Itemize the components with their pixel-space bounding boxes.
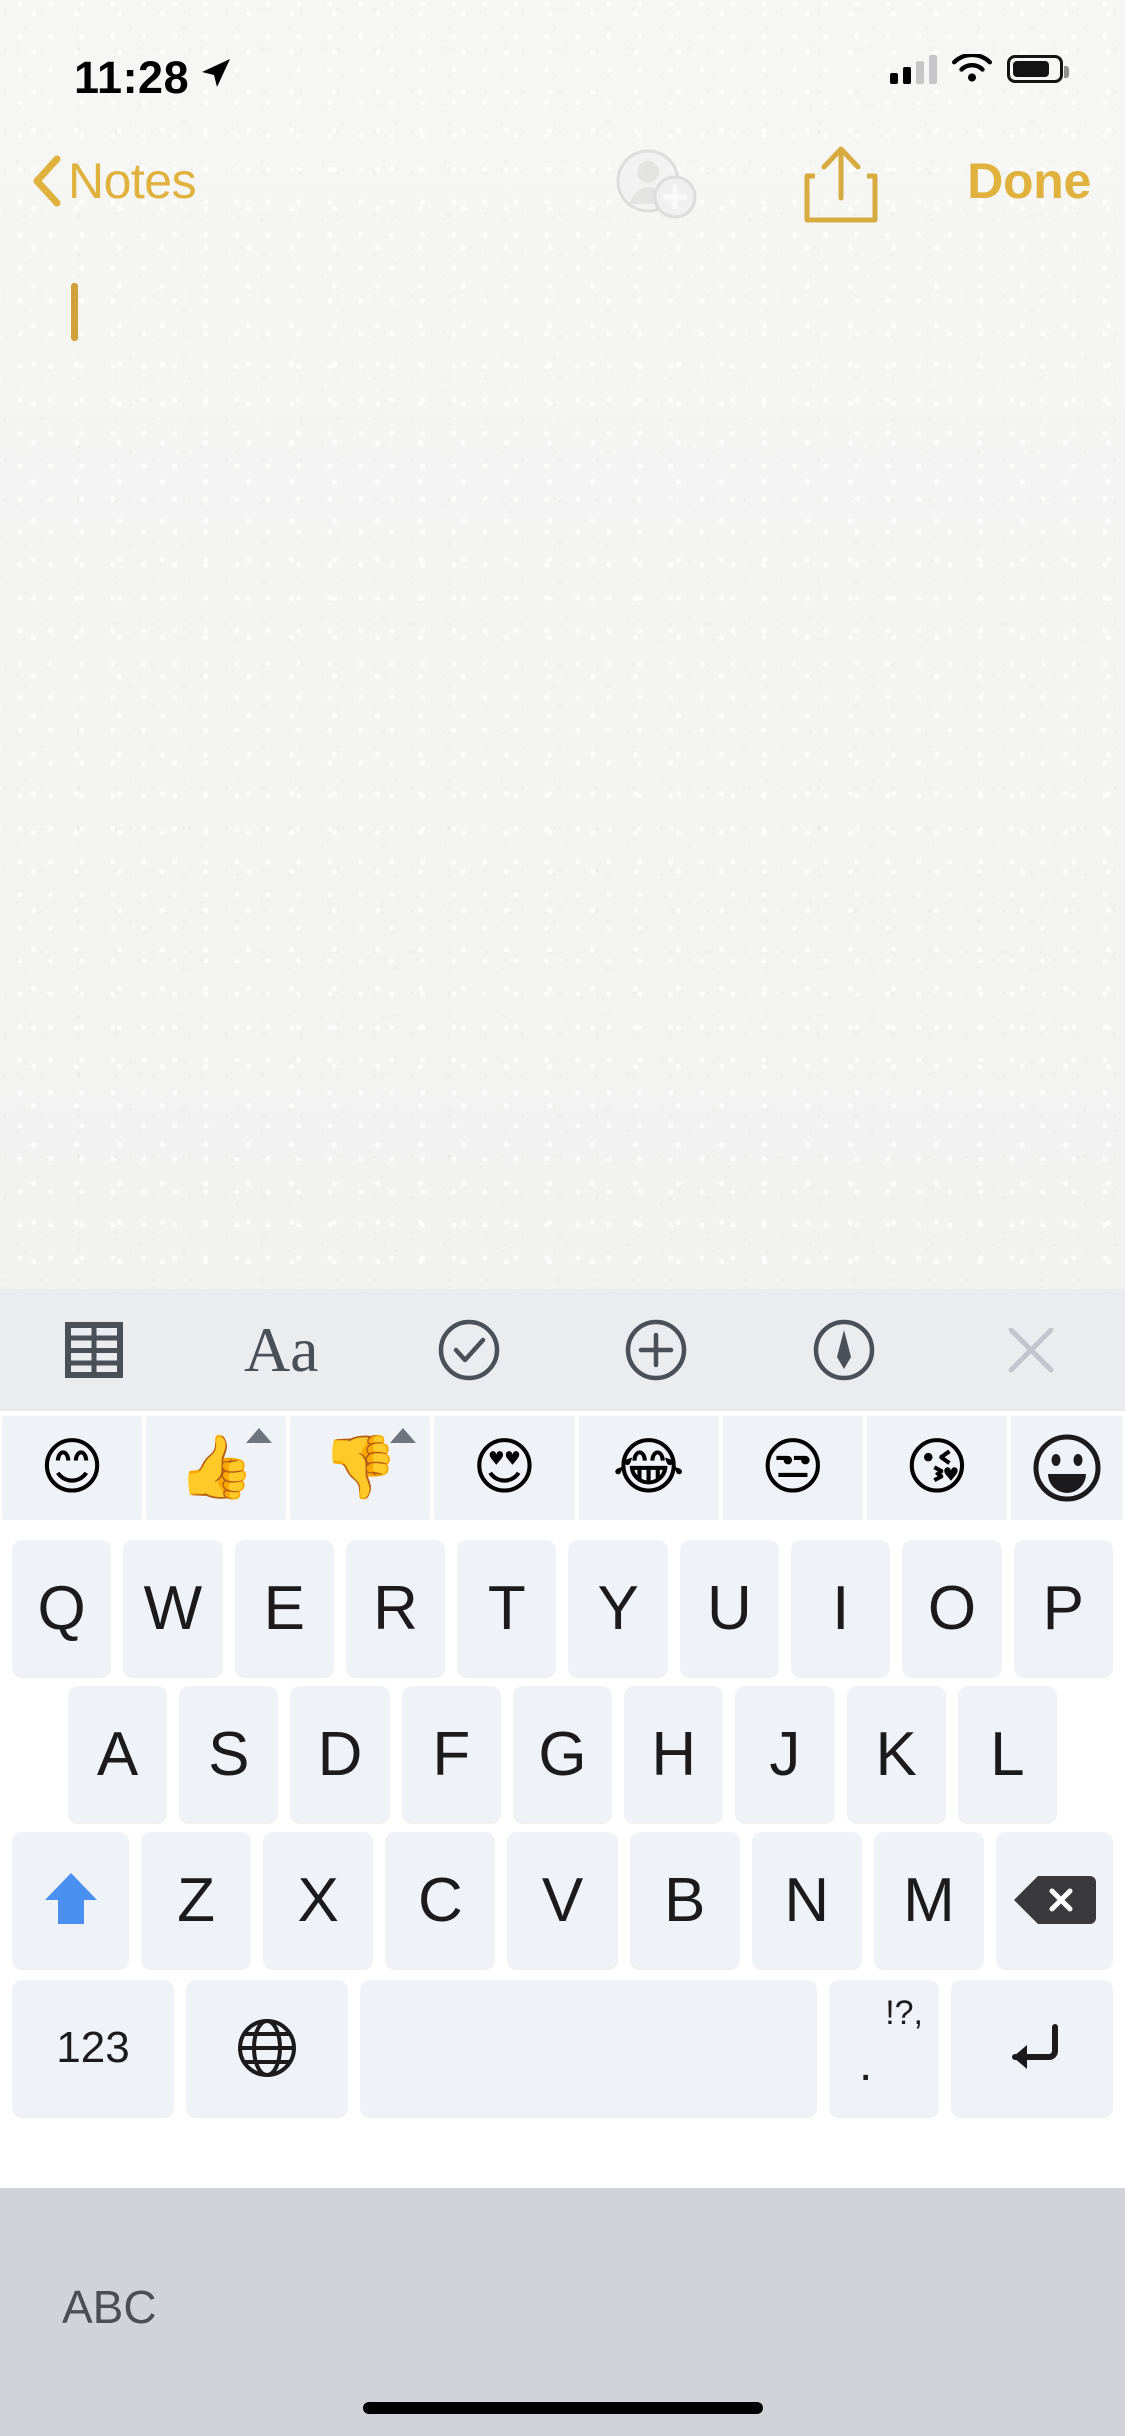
emoji-glyph: 😊 xyxy=(39,1433,105,1502)
notes-format-toolbar: Aa xyxy=(0,1289,1125,1411)
location-arrow-icon xyxy=(202,59,230,87)
key-v[interactable]: V xyxy=(507,1832,618,1968)
key-n[interactable]: N xyxy=(751,1832,862,1968)
emoji-glyph: 👍 xyxy=(177,1433,255,1502)
emoji-prediction-bar: 😊 👍 👎 😍 😂 😒 😘 xyxy=(0,1411,1125,1520)
iphone-screen: 11:28 Notes Done Aa 😊 👍 👎 😍 😂 😒 😘 Q W E … xyxy=(0,0,1125,2436)
key-a[interactable]: A xyxy=(68,1686,168,1822)
text-format-button[interactable]: Aa xyxy=(188,1289,376,1411)
globe-key[interactable] xyxy=(186,1980,348,2116)
key-e[interactable]: E xyxy=(234,1540,334,1676)
return-key[interactable] xyxy=(951,1980,1113,2116)
key-c[interactable]: C xyxy=(385,1832,496,1968)
chevron-left-icon xyxy=(33,155,61,207)
add-person-icon[interactable] xyxy=(612,146,702,220)
table-icon xyxy=(64,1322,123,1378)
note-text-area[interactable] xyxy=(0,240,1125,1289)
wifi-icon xyxy=(952,53,992,81)
status-bar-indicators xyxy=(890,48,1069,90)
navigation-bar: Notes Done xyxy=(0,132,1125,240)
key-h[interactable]: H xyxy=(624,1686,724,1822)
keyboard-row-2: A S D F G H J K L xyxy=(0,1686,1125,1822)
status-bar: 11:28 xyxy=(0,0,1125,132)
key-z[interactable]: Z xyxy=(141,1832,252,1968)
key-s[interactable]: S xyxy=(179,1686,279,1822)
share-icon[interactable] xyxy=(798,142,884,226)
key-p[interactable]: P xyxy=(1013,1540,1113,1676)
return-arrow-icon xyxy=(1012,2024,1058,2069)
keyboard-row-3: Z X C V B N M xyxy=(0,1832,1125,1968)
status-bar-time: 11:28 xyxy=(74,52,190,103)
emoji-keyboard-toggle[interactable] xyxy=(1010,1416,1123,1520)
key-o[interactable]: O xyxy=(902,1540,1002,1676)
software-keyboard: Q W E R T Y U I O P A S D F G H J K L Z … xyxy=(0,1520,1125,2188)
key-l[interactable]: L xyxy=(957,1686,1057,1822)
cellular-bars-icon xyxy=(890,54,937,84)
emoji-keyboard-bottom-bar: ABC xyxy=(0,2188,1125,2436)
key-r[interactable]: R xyxy=(345,1540,446,1676)
variant-marker-icon xyxy=(390,1428,417,1443)
emoji-glyph: 😘 xyxy=(904,1433,970,1502)
emoji-prediction-3[interactable]: 😍 xyxy=(434,1416,575,1520)
emoji-glyph: 👎 xyxy=(321,1433,399,1502)
key-j[interactable]: J xyxy=(735,1686,835,1822)
punctuation-secondary-label: !?, xyxy=(885,1994,923,2032)
key-m[interactable]: M xyxy=(873,1832,984,1968)
add-attachment-icon xyxy=(626,1319,687,1381)
emoji-glyph: 😍 xyxy=(472,1433,537,1502)
text-format-icon: Aa xyxy=(243,1314,319,1385)
key-d[interactable]: D xyxy=(290,1686,390,1822)
markup-button[interactable] xyxy=(750,1289,938,1411)
table-button[interactable] xyxy=(0,1289,188,1411)
globe-icon xyxy=(238,2019,296,2077)
key-g[interactable]: G xyxy=(512,1686,613,1822)
markup-pen-icon xyxy=(813,1319,874,1381)
emoji-prediction-4[interactable]: 😂 xyxy=(578,1416,719,1520)
emoji-glyph: 😒 xyxy=(760,1433,826,1502)
delete-key[interactable] xyxy=(995,1832,1113,1968)
key-b[interactable]: B xyxy=(629,1832,740,1968)
punctuation-key[interactable]: !?, . xyxy=(829,1980,939,2116)
back-to-notes-button[interactable]: Notes xyxy=(30,146,197,216)
close-icon xyxy=(1008,1327,1054,1373)
emoji-prediction-5[interactable]: 😒 xyxy=(722,1416,863,1520)
key-f[interactable]: F xyxy=(401,1686,501,1822)
key-i[interactable]: I xyxy=(791,1540,891,1676)
checklist-button[interactable] xyxy=(375,1289,563,1411)
numbers-key[interactable]: 123 xyxy=(12,1980,174,2116)
keyboard-row-1: Q W E R T Y U I O P xyxy=(0,1540,1125,1676)
home-indicator[interactable] xyxy=(362,2402,763,2414)
key-y[interactable]: Y xyxy=(568,1540,668,1676)
emoji-keyboard-icon xyxy=(1033,1434,1101,1502)
key-w[interactable]: W xyxy=(123,1540,223,1676)
key-t[interactable]: T xyxy=(457,1540,557,1676)
emoji-prediction-6[interactable]: 😘 xyxy=(866,1416,1007,1520)
keyboard-row-4: 123 !?, . xyxy=(0,1980,1125,2116)
variant-marker-icon xyxy=(246,1428,273,1443)
key-q[interactable]: Q xyxy=(12,1540,112,1676)
shift-key[interactable] xyxy=(12,1832,129,1968)
punctuation-primary-label: . xyxy=(859,2038,873,2091)
key-u[interactable]: U xyxy=(679,1540,780,1676)
close-keyboard-button[interactable] xyxy=(938,1289,1125,1411)
emoji-prediction-0[interactable]: 😊 xyxy=(2,1416,143,1520)
emoji-prediction-2[interactable]: 👎 xyxy=(290,1416,431,1520)
space-key[interactable] xyxy=(360,1980,817,2116)
done-button[interactable]: Done xyxy=(967,146,1091,216)
back-button-label: Notes xyxy=(68,153,197,209)
text-caret xyxy=(71,283,78,341)
backspace-icon xyxy=(1014,1876,1097,1924)
add-attachment-button[interactable] xyxy=(563,1289,751,1411)
key-x[interactable]: X xyxy=(263,1832,374,1968)
checklist-icon xyxy=(438,1319,499,1381)
battery-icon xyxy=(1007,55,1069,83)
emoji-glyph: 😂 xyxy=(612,1433,685,1502)
shift-arrow-icon xyxy=(44,1873,97,1924)
abc-switch-button[interactable]: ABC xyxy=(62,2280,157,2334)
key-k[interactable]: K xyxy=(846,1686,946,1822)
emoji-prediction-1[interactable]: 👍 xyxy=(146,1416,287,1520)
